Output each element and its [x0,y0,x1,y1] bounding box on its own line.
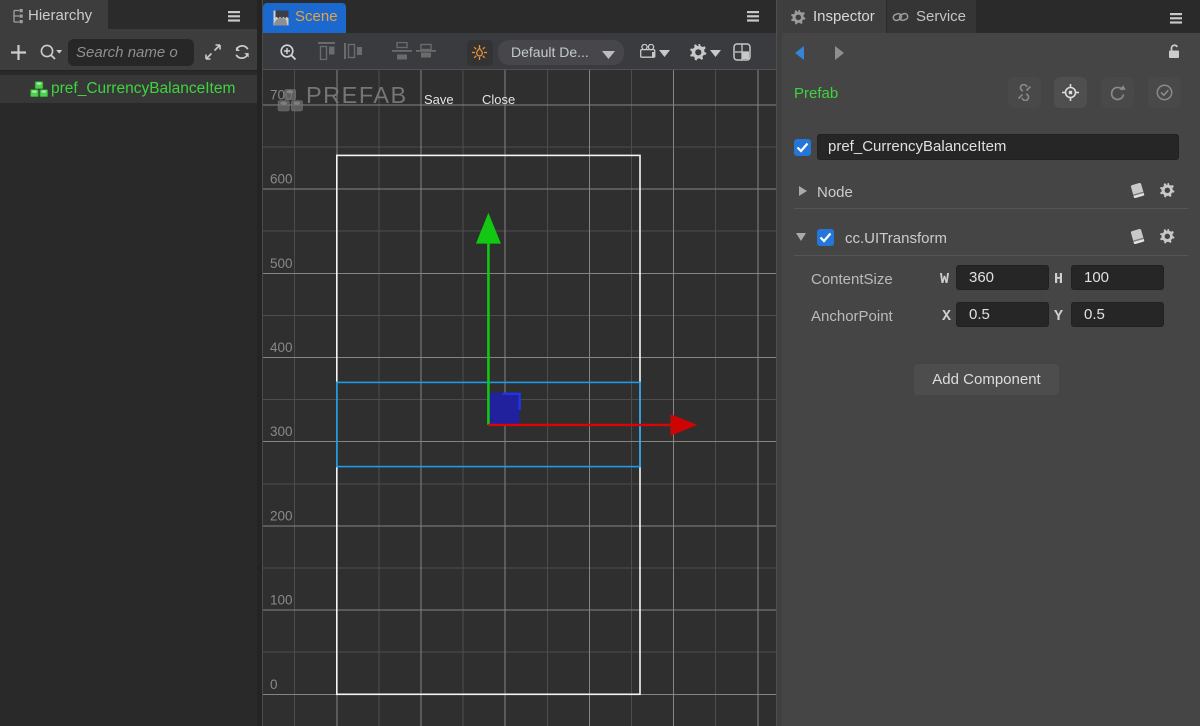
svg-text:400: 400 [270,340,293,355]
svg-text:Close: Close [482,92,515,107]
svg-text:100: 100 [270,593,293,608]
svg-text:0: 0 [270,677,278,692]
svg-text:PREFAB: PREFAB [306,82,408,108]
svg-text:500: 500 [270,256,293,271]
svg-text:Save: Save [424,92,454,107]
svg-text:600: 600 [270,172,293,187]
svg-text:200: 200 [270,508,293,523]
svg-text:300: 300 [270,424,293,439]
